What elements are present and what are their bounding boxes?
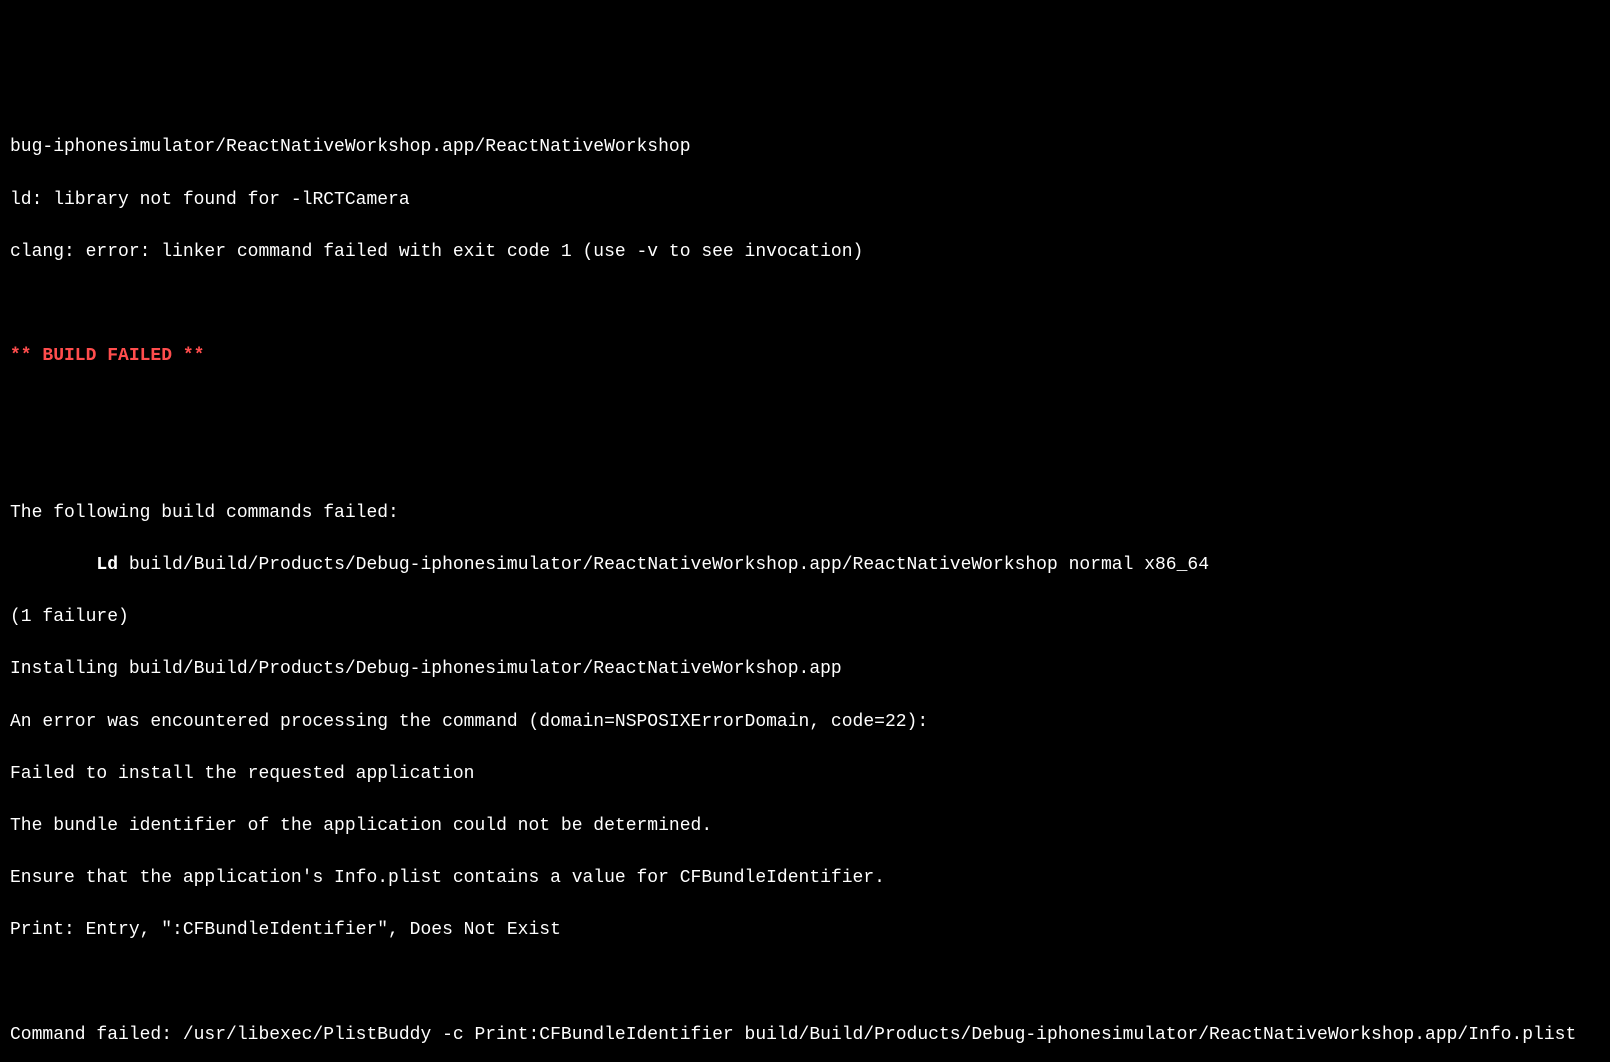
ld-path: build/Build/Products/Debug-iphonesimulat… [118, 555, 1209, 575]
terminal-line: Installing build/Build/Products/Debug-ip… [10, 656, 1600, 682]
terminal-line: An error was encountered processing the … [10, 709, 1600, 735]
terminal-line: bug-iphonesimulator/ReactNativeWorkshop.… [10, 134, 1600, 160]
terminal-blank-line [10, 395, 1600, 421]
ld-command: Ld [96, 555, 118, 575]
terminal-blank-line [10, 969, 1600, 995]
terminal-output[interactable]: bug-iphonesimulator/ReactNativeWorkshop.… [10, 108, 1600, 1062]
terminal-line: Print: Entry, ":CFBundleIdentifier", Doe… [10, 917, 1600, 943]
terminal-line: (1 failure) [10, 604, 1600, 630]
indent [10, 552, 96, 578]
terminal-line: Ld build/Build/Products/Debug-iphonesimu… [10, 552, 1600, 578]
terminal-blank-line [10, 291, 1600, 317]
terminal-line: The bundle identifier of the application… [10, 813, 1600, 839]
terminal-line: clang: error: linker command failed with… [10, 239, 1600, 265]
build-failed-message: ** BUILD FAILED ** [10, 343, 1600, 369]
terminal-line: The following build commands failed: [10, 500, 1600, 526]
terminal-line: Command failed: /usr/libexec/PlistBuddy … [10, 1022, 1600, 1048]
terminal-blank-line [10, 448, 1600, 474]
terminal-line: ld: library not found for -lRCTCamera [10, 187, 1600, 213]
terminal-line: Ensure that the application's Info.plist… [10, 865, 1600, 891]
terminal-line: Failed to install the requested applicat… [10, 761, 1600, 787]
